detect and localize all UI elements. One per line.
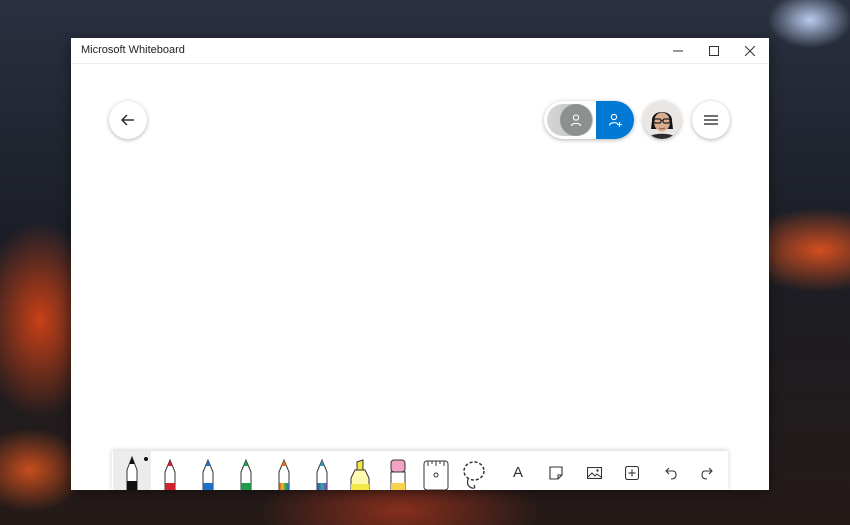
maximize-icon [709, 45, 719, 56]
whiteboard-window: Microsoft Whiteboard A [71, 38, 769, 490]
note-icon [549, 465, 563, 480]
text-icon: A [512, 464, 523, 481]
ruler-tool[interactable] [417, 451, 455, 490]
share-toggle-knob[interactable] [560, 104, 592, 136]
highlighter-icon [350, 459, 370, 490]
eraser-icon [390, 459, 406, 490]
pen-icon [240, 458, 252, 490]
arrow-left-icon [121, 114, 134, 126]
add-box-icon [625, 465, 639, 480]
pen-red-tool[interactable] [151, 451, 189, 490]
person-icon [570, 114, 582, 127]
pen-icon [278, 458, 290, 490]
pen-green-tool[interactable] [227, 451, 265, 490]
pen-blue-tool[interactable] [189, 451, 227, 490]
avatar[interactable] [643, 101, 681, 139]
invite-button[interactable] [596, 101, 634, 139]
pen-rainbow-tool[interactable] [265, 451, 303, 490]
window-title: Microsoft Whiteboard [81, 44, 185, 56]
highlighter-tool[interactable] [341, 451, 379, 490]
share-toggle[interactable] [544, 101, 634, 139]
selected-indicator [144, 457, 148, 461]
person-add-icon [608, 113, 622, 127]
lasso-tool[interactable] [455, 451, 493, 490]
pen-icon [126, 455, 138, 490]
pen-black-tool[interactable] [113, 451, 151, 490]
pen-icon [164, 458, 176, 490]
menu-button[interactable] [692, 101, 730, 139]
note-tool[interactable] [537, 451, 575, 490]
minimize-button[interactable] [659, 38, 697, 63]
back-button[interactable] [109, 101, 147, 139]
eraser-tool[interactable] [379, 451, 417, 490]
insert-tool[interactable] [613, 451, 651, 490]
title-bar[interactable]: Microsoft Whiteboard [71, 38, 769, 64]
redo-button[interactable] [689, 451, 727, 490]
undo-button[interactable] [651, 451, 689, 490]
redo-icon [701, 467, 713, 480]
minimize-icon [673, 50, 683, 51]
image-icon [586, 466, 602, 479]
pen-galaxy-tool[interactable] [303, 451, 341, 490]
pen-icon [202, 458, 214, 490]
ink-toolbar: A [112, 451, 728, 490]
pen-icon [316, 458, 328, 490]
close-icon [745, 45, 755, 56]
close-button[interactable] [731, 38, 769, 63]
maximize-button[interactable] [695, 38, 733, 63]
ruler-icon [423, 460, 449, 490]
undo-icon [665, 467, 677, 480]
avatar-photo [643, 101, 681, 139]
text-tool[interactable]: A [499, 451, 537, 490]
hamburger-icon [704, 115, 718, 125]
image-tool[interactable] [575, 451, 613, 490]
lasso-icon [463, 461, 485, 489]
